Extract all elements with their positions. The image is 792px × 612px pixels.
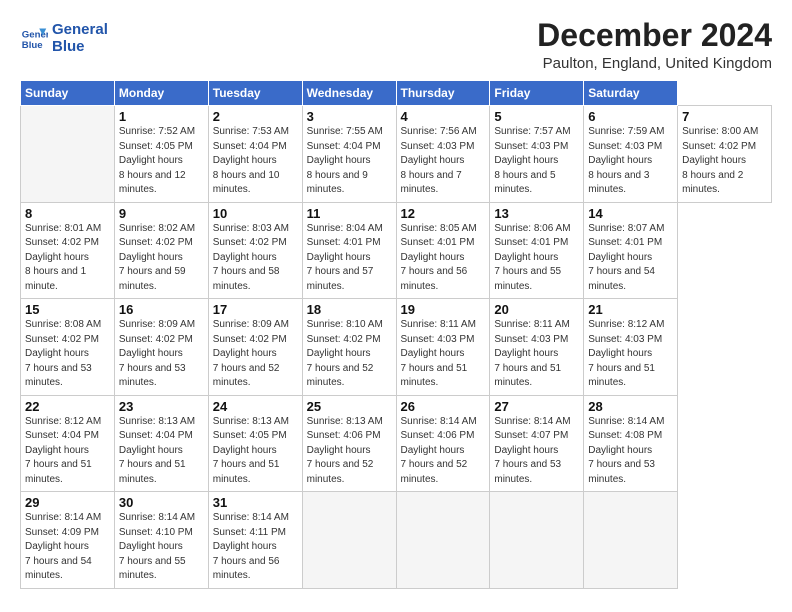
- table-row: 20Sunrise: 8:11 AMSunset: 4:03 PMDayligh…: [490, 299, 584, 396]
- logo-icon: General Blue: [20, 25, 48, 53]
- empty-cell: [21, 106, 115, 203]
- week-row-2: 8Sunrise: 8:01 AMSunset: 4:02 PMDaylight…: [21, 202, 772, 299]
- title-block: December 2024 Paulton, England, United K…: [537, 18, 772, 72]
- table-row: [490, 492, 584, 589]
- table-row: [584, 492, 678, 589]
- table-row: 3Sunrise: 7:55 AMSunset: 4:04 PMDaylight…: [302, 106, 396, 203]
- table-row: 24Sunrise: 8:13 AMSunset: 4:05 PMDayligh…: [208, 395, 302, 492]
- table-row: 10Sunrise: 8:03 AMSunset: 4:02 PMDayligh…: [208, 202, 302, 299]
- table-row: [396, 492, 490, 589]
- subtitle: Paulton, England, United Kingdom: [537, 55, 772, 72]
- col-thursday: Thursday: [396, 81, 490, 106]
- table-row: 27Sunrise: 8:14 AMSunset: 4:07 PMDayligh…: [490, 395, 584, 492]
- col-saturday: Saturday: [584, 81, 678, 106]
- week-row-5: 29Sunrise: 8:14 AMSunset: 4:09 PMDayligh…: [21, 492, 772, 589]
- table-row: 22Sunrise: 8:12 AMSunset: 4:04 PMDayligh…: [21, 395, 115, 492]
- table-row: 14Sunrise: 8:07 AMSunset: 4:01 PMDayligh…: [584, 202, 678, 299]
- table-row: 16Sunrise: 8:09 AMSunset: 4:02 PMDayligh…: [114, 299, 208, 396]
- table-row: 25Sunrise: 8:13 AMSunset: 4:06 PMDayligh…: [302, 395, 396, 492]
- col-monday: Monday: [114, 81, 208, 106]
- header-row: Sunday Monday Tuesday Wednesday Thursday…: [21, 81, 772, 106]
- calendar: Sunday Monday Tuesday Wednesday Thursday…: [20, 80, 772, 589]
- col-wednesday: Wednesday: [302, 81, 396, 106]
- logo-line1: General: [52, 22, 108, 39]
- table-row: 26Sunrise: 8:14 AMSunset: 4:06 PMDayligh…: [396, 395, 490, 492]
- week-row-4: 22Sunrise: 8:12 AMSunset: 4:04 PMDayligh…: [21, 395, 772, 492]
- logo-line2: Blue: [52, 39, 108, 56]
- table-row: 1Sunrise: 7:52 AMSunset: 4:05 PMDaylight…: [114, 106, 208, 203]
- page: General Blue General Blue December 2024 …: [0, 0, 792, 612]
- logo: General Blue General Blue: [20, 22, 108, 55]
- table-row: 19Sunrise: 8:11 AMSunset: 4:03 PMDayligh…: [396, 299, 490, 396]
- table-row: 30Sunrise: 8:14 AMSunset: 4:10 PMDayligh…: [114, 492, 208, 589]
- table-row: 4Sunrise: 7:56 AMSunset: 4:03 PMDaylight…: [396, 106, 490, 203]
- table-row: 21Sunrise: 8:12 AMSunset: 4:03 PMDayligh…: [584, 299, 678, 396]
- table-row: 11Sunrise: 8:04 AMSunset: 4:01 PMDayligh…: [302, 202, 396, 299]
- table-row: 8Sunrise: 8:01 AMSunset: 4:02 PMDaylight…: [21, 202, 115, 299]
- table-row: 5Sunrise: 7:57 AMSunset: 4:03 PMDaylight…: [490, 106, 584, 203]
- table-row: 23Sunrise: 8:13 AMSunset: 4:04 PMDayligh…: [114, 395, 208, 492]
- col-tuesday: Tuesday: [208, 81, 302, 106]
- table-row: 15Sunrise: 8:08 AMSunset: 4:02 PMDayligh…: [21, 299, 115, 396]
- table-row: 13Sunrise: 8:06 AMSunset: 4:01 PMDayligh…: [490, 202, 584, 299]
- table-row: 28Sunrise: 8:14 AMSunset: 4:08 PMDayligh…: [584, 395, 678, 492]
- week-row-3: 15Sunrise: 8:08 AMSunset: 4:02 PMDayligh…: [21, 299, 772, 396]
- table-row: [302, 492, 396, 589]
- table-row: 17Sunrise: 8:09 AMSunset: 4:02 PMDayligh…: [208, 299, 302, 396]
- table-row: 6Sunrise: 7:59 AMSunset: 4:03 PMDaylight…: [584, 106, 678, 203]
- table-row: 31Sunrise: 8:14 AMSunset: 4:11 PMDayligh…: [208, 492, 302, 589]
- header: General Blue General Blue December 2024 …: [20, 18, 772, 72]
- table-row: 29Sunrise: 8:14 AMSunset: 4:09 PMDayligh…: [21, 492, 115, 589]
- svg-text:Blue: Blue: [22, 39, 43, 50]
- table-row: 2Sunrise: 7:53 AMSunset: 4:04 PMDaylight…: [208, 106, 302, 203]
- col-sunday: Sunday: [21, 81, 115, 106]
- col-friday: Friday: [490, 81, 584, 106]
- table-row: 12Sunrise: 8:05 AMSunset: 4:01 PMDayligh…: [396, 202, 490, 299]
- table-row: 18Sunrise: 8:10 AMSunset: 4:02 PMDayligh…: [302, 299, 396, 396]
- main-title: December 2024: [537, 18, 772, 53]
- table-row: 7Sunrise: 8:00 AMSunset: 4:02 PMDaylight…: [678, 106, 772, 203]
- table-row: 9Sunrise: 8:02 AMSunset: 4:02 PMDaylight…: [114, 202, 208, 299]
- week-row-1: 1Sunrise: 7:52 AMSunset: 4:05 PMDaylight…: [21, 106, 772, 203]
